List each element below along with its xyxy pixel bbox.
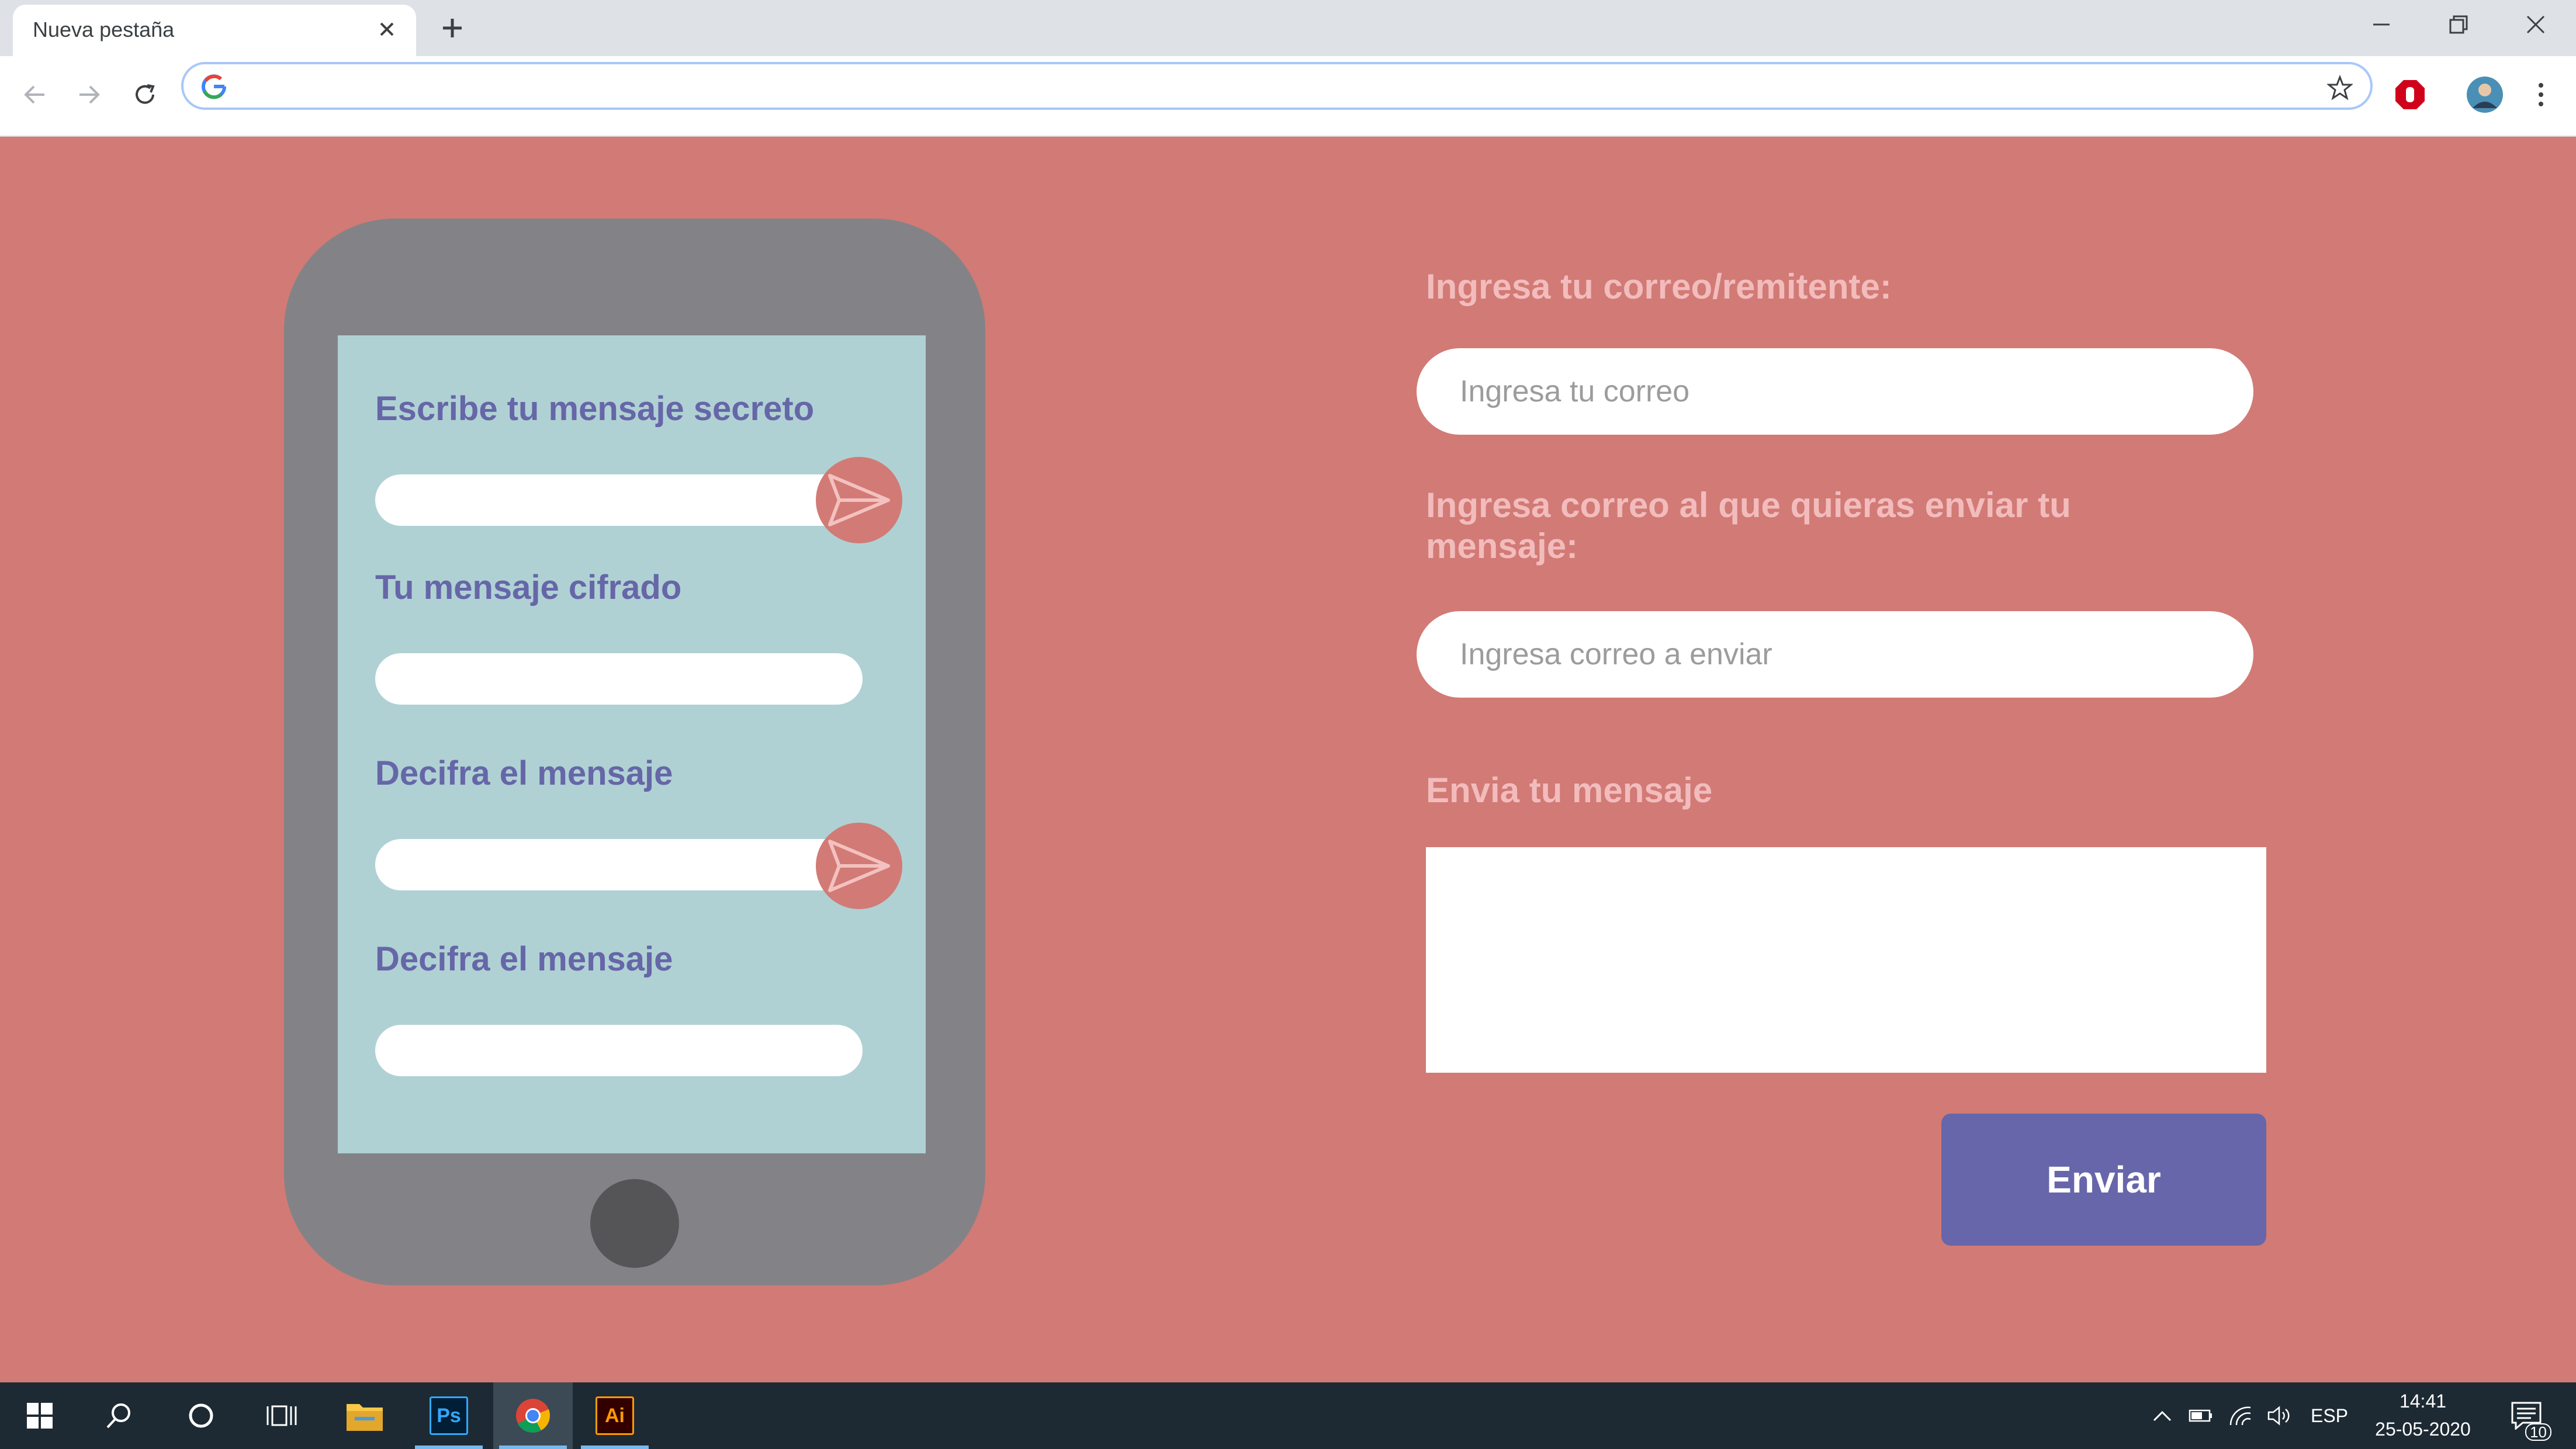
message-textarea[interactable] — [1426, 847, 2266, 1073]
restore-icon[interactable] — [2421, 0, 2497, 49]
close-tab-icon[interactable] — [371, 13, 403, 46]
minimize-icon[interactable] — [2343, 0, 2419, 49]
volume-icon[interactable] — [2263, 1382, 2298, 1449]
page-content: Escribe tu mensaje secreto Tu mensaje ci… — [0, 138, 2576, 1382]
recipient-label: Ingresa correo al que quieras enviar tu … — [1426, 486, 2071, 566]
notification-count-badge: 10 — [2525, 1423, 2551, 1441]
bookmark-star-icon[interactable] — [2325, 72, 2355, 103]
illustrator-icon: Ai — [595, 1396, 634, 1435]
secret-message-input[interactable] — [375, 474, 863, 526]
clock-date: 25-05-2020 — [2375, 1419, 2471, 1440]
forward-arrow-icon[interactable] — [64, 70, 113, 119]
file-explorer-icon[interactable] — [325, 1382, 404, 1449]
network-icon[interactable] — [2223, 1382, 2258, 1449]
sender-email-input[interactable] — [1417, 348, 2253, 435]
menu-dots-icon[interactable] — [2516, 70, 2565, 119]
cipher-output-field[interactable] — [375, 653, 863, 705]
profile-avatar[interactable] — [2460, 70, 2509, 119]
chrome-icon — [516, 1399, 550, 1433]
phone-screen: Escribe tu mensaje secreto Tu mensaje ci… — [338, 335, 926, 1153]
back-arrow-icon[interactable] — [11, 70, 60, 119]
sender-label: Ingresa tu correo/remitente: — [1426, 267, 1892, 306]
show-hidden-icons-icon[interactable] — [2145, 1382, 2180, 1449]
chrome-app[interactable] — [493, 1382, 573, 1449]
decrypt-result-label: Decifra el mensaje — [375, 940, 673, 978]
reload-icon[interactable] — [120, 70, 169, 119]
active-indicator — [499, 1445, 567, 1449]
address-input[interactable] — [242, 69, 2276, 104]
new-tab-icon[interactable] — [432, 8, 472, 48]
encrypt-label: Escribe tu mensaje secreto — [375, 390, 815, 428]
browser-tab[interactable]: Nueva pestaña — [13, 5, 416, 56]
windows-taskbar: Ps Ai ESP 14:41 25-05-2020 10 — [0, 1382, 2576, 1449]
taskbar-clock[interactable]: 14:41 25-05-2020 — [2359, 1387, 2487, 1443]
search-icon[interactable] — [79, 1382, 159, 1449]
phone-home-button[interactable] — [590, 1179, 679, 1268]
send-icon — [828, 474, 890, 526]
photoshop-icon: Ps — [430, 1396, 468, 1435]
recipient-email-input[interactable] — [1417, 611, 2253, 698]
cortana-icon[interactable] — [161, 1382, 241, 1449]
google-icon — [202, 74, 227, 99]
message-label: Envia tu mensaje — [1426, 771, 1713, 810]
phone-mockup: Escribe tu mensaje secreto Tu mensaje ci… — [284, 219, 985, 1285]
send-button[interactable]: Enviar — [1941, 1114, 2266, 1246]
decrypt-result-field[interactable] — [375, 1025, 863, 1076]
photoshop-app[interactable]: Ps — [409, 1382, 489, 1449]
decrypt-input[interactable] — [375, 839, 863, 890]
browser-tabstrip: Nueva pestaña — [0, 0, 2576, 56]
browser-toolbar — [0, 56, 2576, 137]
active-indicator — [581, 1445, 649, 1449]
active-indicator — [415, 1445, 483, 1449]
decrypt-send-button[interactable] — [816, 823, 902, 909]
send-icon — [828, 840, 890, 892]
tab-title: Nueva pestaña — [33, 18, 175, 41]
illustrator-app[interactable]: Ai — [575, 1382, 655, 1449]
close-window-icon[interactable] — [2498, 0, 2574, 49]
start-button[interactable] — [0, 1382, 79, 1449]
encrypt-send-button[interactable] — [816, 457, 902, 543]
language-indicator[interactable]: ESP — [2306, 1382, 2353, 1449]
cipher-label: Tu mensaje cifrado — [375, 568, 682, 606]
clock-time: 14:41 — [2399, 1391, 2447, 1412]
address-bar[interactable] — [181, 62, 2373, 110]
battery-icon[interactable] — [2183, 1382, 2218, 1449]
notification-center[interactable]: 10 — [2494, 1382, 2558, 1449]
windows-logo-icon — [27, 1403, 53, 1429]
adblock-extension-icon[interactable] — [2385, 70, 2435, 119]
decrypt-label: Decifra el mensaje — [375, 754, 673, 792]
task-view-icon[interactable] — [242, 1382, 321, 1449]
